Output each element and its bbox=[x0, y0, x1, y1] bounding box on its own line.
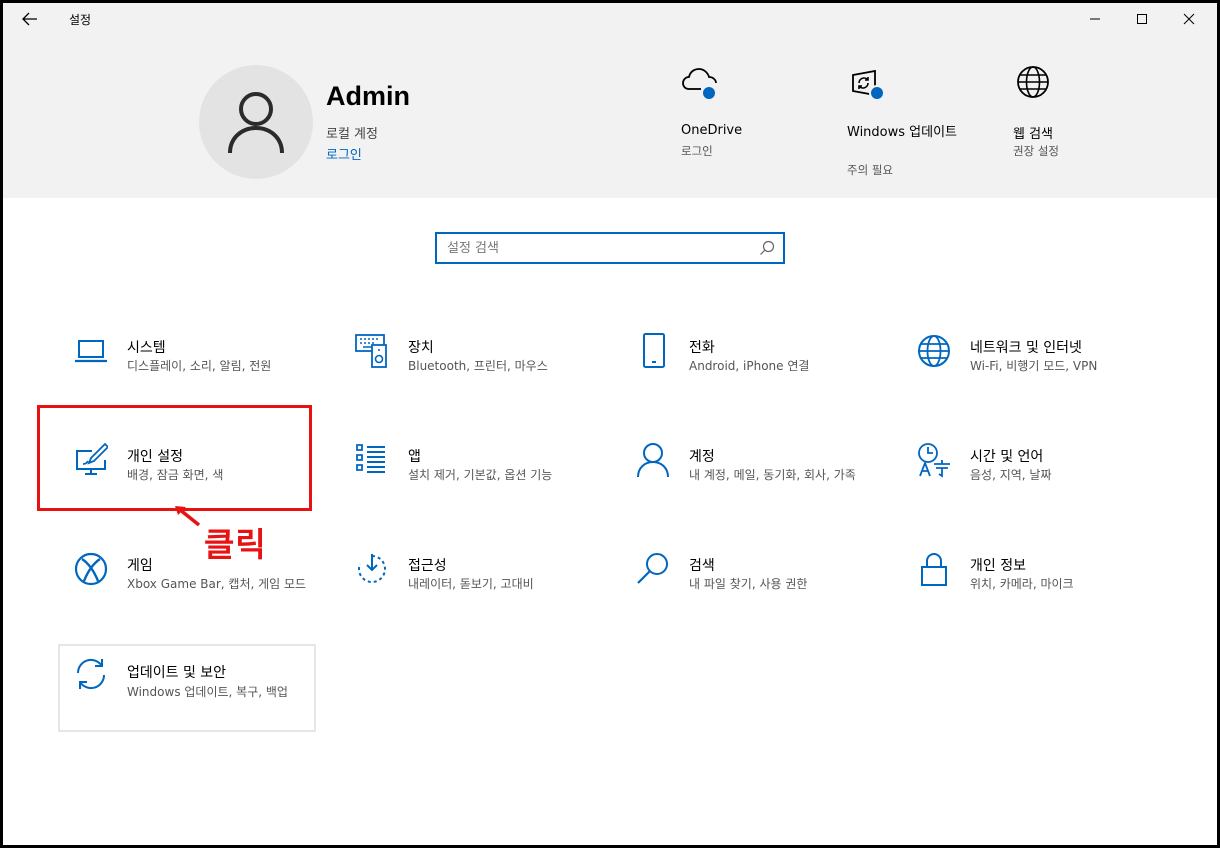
category-title: 네트워크 및 인터넷 bbox=[970, 340, 1082, 356]
category-subtitle: Bluetooth, 프린터, 마우스 bbox=[408, 359, 548, 373]
laptop-icon bbox=[75, 340, 107, 363]
person-icon bbox=[637, 443, 669, 478]
account-type: 로컬 계정 bbox=[326, 127, 378, 142]
category-subtitle: Windows 업데이트, 복구, 백업 bbox=[127, 685, 288, 699]
category-subtitle: Wi-Fi, 비행기 모드, VPN bbox=[970, 359, 1098, 373]
windows-update-subtitle: 주의 필요 bbox=[847, 163, 893, 177]
web-search-subtitle: 권장 설정 bbox=[1013, 144, 1059, 158]
category-subtitle: 내 파일 찾기, 사용 권한 bbox=[689, 577, 808, 591]
account-header: Admin 로컬 계정 로그인 OneDrive 로그인 Windows 업데이… bbox=[3, 35, 1217, 198]
minimize-icon bbox=[1090, 18, 1100, 20]
category-gaming[interactable]: 게임 Xbox Game Bar, 캡처, 게임 모드 bbox=[60, 547, 318, 633]
arrow-up-left-icon bbox=[175, 506, 201, 527]
category-accounts[interactable]: 계정 내 계정, 메일, 동기화, 회사, 가족 bbox=[622, 438, 880, 524]
category-title: 검색 bbox=[689, 558, 715, 574]
category-subtitle: 내 계정, 메일, 동기화, 회사, 가족 bbox=[689, 468, 856, 482]
category-devices[interactable]: 장치 Bluetooth, 프린터, 마우스 bbox=[341, 329, 599, 415]
category-title: 시스템 bbox=[127, 340, 166, 356]
category-apps[interactable]: 앱 설치 제거, 기본값, 옵션 기능 bbox=[341, 438, 599, 524]
web-search-title: 웹 검색 bbox=[1013, 127, 1054, 142]
category-title: 시간 및 언어 bbox=[970, 449, 1044, 465]
onedrive-subtitle: 로그인 bbox=[681, 144, 713, 158]
maximize-icon bbox=[1137, 14, 1147, 24]
category-title: 계정 bbox=[689, 449, 715, 465]
windows-update-link[interactable]: Windows 업데이트 주의 필요 bbox=[847, 65, 977, 195]
click-annotation-label: 클릭 bbox=[204, 526, 267, 563]
category-update-security[interactable]: 업데이트 및 보안 Windows 업데이트, 복구, 백업 bbox=[58, 644, 316, 732]
avatar[interactable] bbox=[199, 65, 313, 179]
windows-update-title: Windows 업데이트 bbox=[847, 125, 958, 140]
category-subtitle: 내레이터, 돋보기, 고대비 bbox=[408, 577, 534, 591]
time-language-icon bbox=[918, 443, 950, 478]
globe-icon bbox=[918, 335, 950, 367]
maximize-button[interactable] bbox=[1119, 3, 1165, 35]
apps-list-icon bbox=[356, 444, 385, 473]
title-bar: 설정 bbox=[3, 3, 1217, 35]
category-title: 게임 bbox=[127, 558, 153, 574]
category-system[interactable]: 시스템 디스플레이, 소리, 알림, 전원 bbox=[60, 329, 318, 415]
xbox-icon bbox=[74, 552, 108, 586]
category-search[interactable]: 검색 내 파일 찾기, 사용 권한 bbox=[622, 547, 880, 633]
web-search-link[interactable]: 웹 검색 권장 설정 bbox=[1013, 65, 1113, 195]
devices-icon bbox=[355, 334, 387, 368]
settings-search-box[interactable] bbox=[435, 232, 785, 264]
category-title: 업데이트 및 보안 bbox=[127, 665, 227, 681]
category-title: 전화 bbox=[689, 340, 715, 356]
globe-icon bbox=[1017, 66, 1049, 98]
category-title: 장치 bbox=[408, 340, 434, 356]
accessibility-timer-icon bbox=[358, 554, 386, 583]
minimize-button[interactable] bbox=[1072, 3, 1118, 35]
close-icon bbox=[1183, 13, 1195, 25]
status-dot bbox=[701, 85, 717, 101]
search-input[interactable] bbox=[447, 239, 747, 257]
settings-window: 설정 Admin 로컬 계정 로그인 OneDrive 로그인 Windows … bbox=[3, 3, 1217, 845]
app-title: 설정 bbox=[69, 13, 92, 27]
category-title: 개인 정보 bbox=[970, 558, 1026, 574]
category-title: 접근성 bbox=[408, 558, 447, 574]
category-accessibility[interactable]: 접근성 내레이터, 돋보기, 고대비 bbox=[341, 547, 599, 633]
phone-icon bbox=[643, 333, 665, 368]
onedrive-title: OneDrive bbox=[681, 123, 743, 138]
category-subtitle: 위치, 카메라, 마이크 bbox=[970, 577, 1074, 591]
category-subtitle: Xbox Game Bar, 캡처, 게임 모드 bbox=[127, 577, 307, 591]
arrow-left-icon bbox=[22, 12, 37, 26]
status-dot bbox=[869, 85, 885, 101]
category-network[interactable]: 네트워크 및 인터넷 Wi-Fi, 비행기 모드, VPN bbox=[903, 329, 1161, 415]
lock-icon bbox=[921, 553, 947, 586]
category-subtitle: 음성, 지역, 날짜 bbox=[970, 468, 1052, 482]
category-privacy[interactable]: 개인 정보 위치, 카메라, 마이크 bbox=[903, 547, 1161, 633]
sync-icon bbox=[76, 658, 106, 690]
category-phone[interactable]: 전화 Android, iPhone 연결 bbox=[622, 329, 880, 415]
search-icon[interactable] bbox=[759, 240, 775, 256]
category-subtitle: 설치 제거, 기본값, 옵션 기능 bbox=[408, 468, 553, 482]
login-link[interactable]: 로그인 bbox=[326, 144, 362, 163]
category-time-language[interactable]: 시간 및 언어 음성, 지역, 날짜 bbox=[903, 438, 1161, 524]
category-subtitle: 디스플레이, 소리, 알림, 전원 bbox=[127, 359, 272, 373]
category-subtitle: Android, iPhone 연결 bbox=[689, 359, 810, 373]
close-button[interactable] bbox=[1166, 3, 1212, 35]
user-avatar-icon bbox=[228, 92, 284, 154]
search-icon bbox=[637, 553, 668, 584]
back-button[interactable] bbox=[13, 7, 47, 31]
user-name: Admin bbox=[326, 81, 410, 111]
onedrive-link[interactable]: OneDrive 로그인 bbox=[681, 65, 801, 195]
category-title: 앱 bbox=[408, 449, 421, 465]
highlight-box bbox=[37, 405, 312, 511]
